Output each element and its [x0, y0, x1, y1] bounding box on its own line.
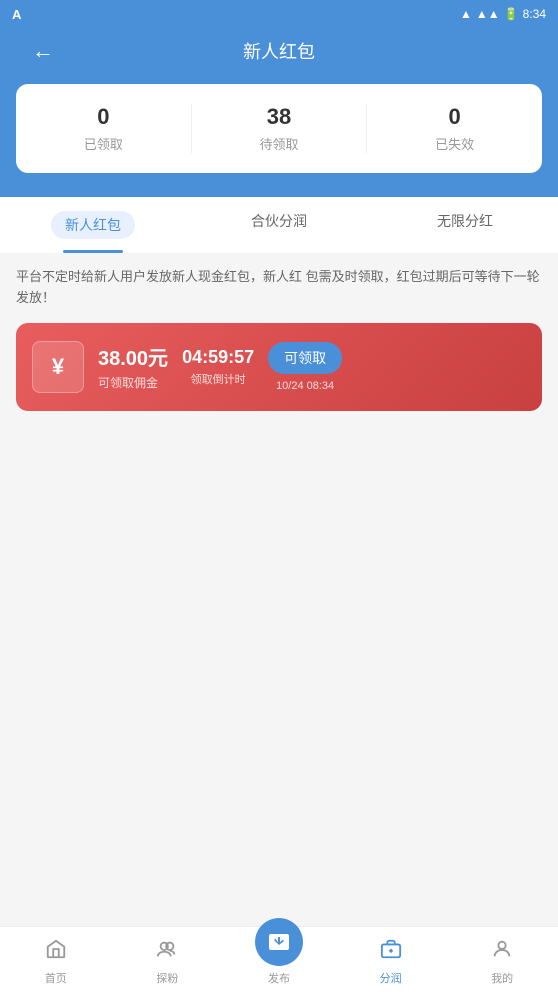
signal-icon: ▲▲	[476, 7, 500, 21]
stat-pending: 38 待领取	[191, 104, 367, 153]
redpacket-timer-label: 领取倒计时	[182, 371, 254, 387]
profit-icon	[380, 938, 402, 966]
redpacket-timer-section: 04:59:57 领取倒计时	[182, 347, 254, 387]
stat-claimed: 0 已领取	[16, 104, 191, 153]
yen-icon: ¥	[52, 354, 64, 380]
redpacket-card: ¥ 38.00元 可领取佣金 04:59:57 领取倒计时 可领取 10/24 …	[16, 323, 542, 411]
description-text: 平台不定时给新人用户发放新人现金红包，新人红 包需及时领取，红包过期后可等待下一…	[0, 253, 558, 323]
stat-pending-value: 38	[192, 104, 367, 130]
tab-partner-profit[interactable]: 合伙分润	[186, 197, 372, 253]
redpacket-icon: ¥	[32, 341, 84, 393]
publish-icon	[255, 918, 303, 966]
redpacket-action-section: 可领取 10/24 08:34	[268, 342, 342, 392]
status-bar-right: ▲ ▲▲ 🔋 8:34	[460, 7, 546, 21]
bottom-nav: 首页 探粉 发布	[0, 926, 558, 996]
redpacket-amount-section: 38.00元 可领取佣金	[98, 342, 168, 391]
stat-expired: 0 已失效	[366, 104, 542, 153]
redpacket-amount-label: 可领取佣金	[98, 374, 168, 391]
stat-pending-label: 待领取	[192, 134, 367, 153]
back-button[interactable]: ←	[32, 38, 54, 64]
nav-explore[interactable]: 探粉	[112, 930, 224, 994]
app-label: A	[12, 7, 21, 22]
tab-unlimited-dividend[interactable]: 无限分红	[372, 197, 558, 253]
tab-unlimited-dividend-label: 无限分红	[437, 213, 493, 229]
nav-mine[interactable]: 我的	[446, 930, 558, 994]
stat-claimed-label: 已领取	[16, 134, 191, 153]
mine-icon	[491, 938, 513, 966]
tab-new-redpacket-label: 新人红包	[51, 211, 135, 239]
nav-profit[interactable]: 分润	[335, 930, 447, 994]
claim-button[interactable]: 可领取	[268, 342, 342, 374]
stat-claimed-value: 0	[16, 104, 191, 130]
nav-home[interactable]: 首页	[0, 930, 112, 994]
tab-new-redpacket[interactable]: 新人红包	[0, 197, 186, 253]
nav-profit-label: 分润	[380, 970, 402, 986]
status-bar: A ▲ ▲▲ 🔋 8:34	[0, 0, 558, 28]
nav-explore-label: 探粉	[156, 970, 178, 986]
battery-icon: 🔋	[504, 7, 519, 21]
explore-icon	[156, 938, 178, 966]
tab-bar: 新人红包 合伙分润 无限分红	[0, 197, 558, 253]
wifi-icon: ▲	[460, 7, 472, 21]
blue-header-section: ← 新人红包 0 已领取 38 待领取 0 已失效	[0, 28, 558, 197]
nav-home-label: 首页	[45, 970, 67, 986]
redpacket-amount: 38.00元	[98, 342, 168, 371]
nav-mine-label: 我的	[491, 970, 513, 986]
redpacket-date: 10/24 08:34	[276, 380, 334, 392]
stat-expired-value: 0	[367, 104, 542, 130]
stats-card: 0 已领取 38 待领取 0 已失效	[16, 84, 542, 173]
home-icon	[45, 938, 67, 966]
page-header: ← 新人红包	[16, 28, 542, 84]
tab-partner-profit-label: 合伙分润	[251, 213, 307, 229]
nav-publish[interactable]: 发布	[223, 938, 335, 986]
main-content: 新人红包 合伙分润 无限分红 平台不定时给新人用户发放新人现金红包，新人红 包需…	[0, 197, 558, 411]
nav-publish-label: 发布	[268, 970, 290, 986]
page-title: 新人红包	[243, 38, 315, 64]
redpacket-timer: 04:59:57	[182, 347, 254, 368]
stat-expired-label: 已失效	[367, 134, 542, 153]
time: 8:34	[523, 7, 546, 21]
